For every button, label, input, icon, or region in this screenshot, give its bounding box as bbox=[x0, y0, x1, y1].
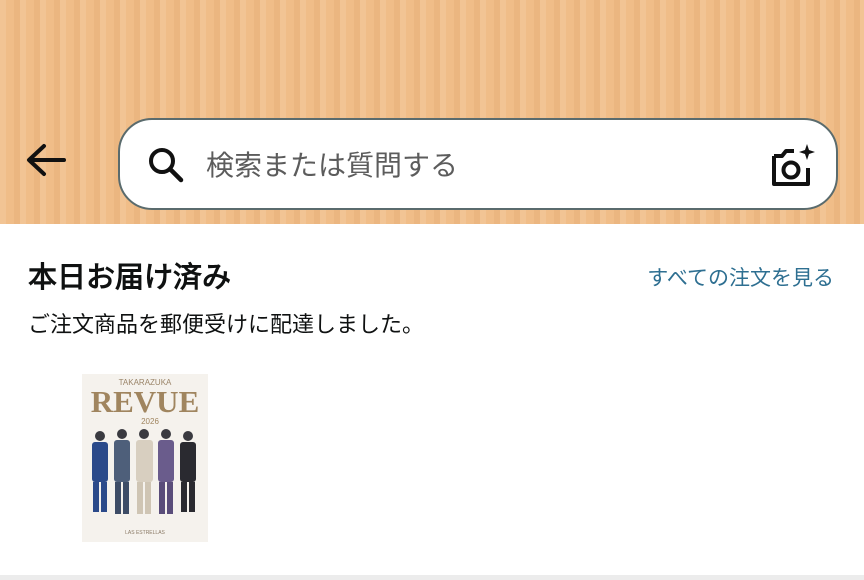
delivery-status-title: 本日お届け済み bbox=[28, 260, 232, 294]
delivery-message: ご注文商品を郵便受けに配達しました。 bbox=[28, 313, 425, 338]
magazine-cover-image: TAKARAZUKA REVUE 2026 LAS ESTRELLAS bbox=[82, 374, 208, 542]
header-bar bbox=[0, 0, 864, 224]
search-input[interactable] bbox=[206, 142, 726, 188]
product-thumbnail[interactable]: TAKARAZUKA REVUE 2026 LAS ESTRELLAS bbox=[82, 374, 208, 542]
camera-search-icon[interactable] bbox=[768, 142, 816, 190]
search-bar[interactable] bbox=[118, 118, 838, 210]
cover-year: 2026 bbox=[141, 417, 159, 426]
cover-footer: LAS ESTRELLAS bbox=[125, 530, 165, 536]
cover-title: REVUE bbox=[91, 384, 200, 419]
search-icon bbox=[149, 148, 184, 183]
back-button[interactable] bbox=[18, 136, 74, 184]
section-divider bbox=[0, 575, 864, 580]
view-all-orders-link[interactable]: すべての注文を見る bbox=[647, 262, 834, 292]
back-arrow-icon bbox=[27, 144, 66, 176]
